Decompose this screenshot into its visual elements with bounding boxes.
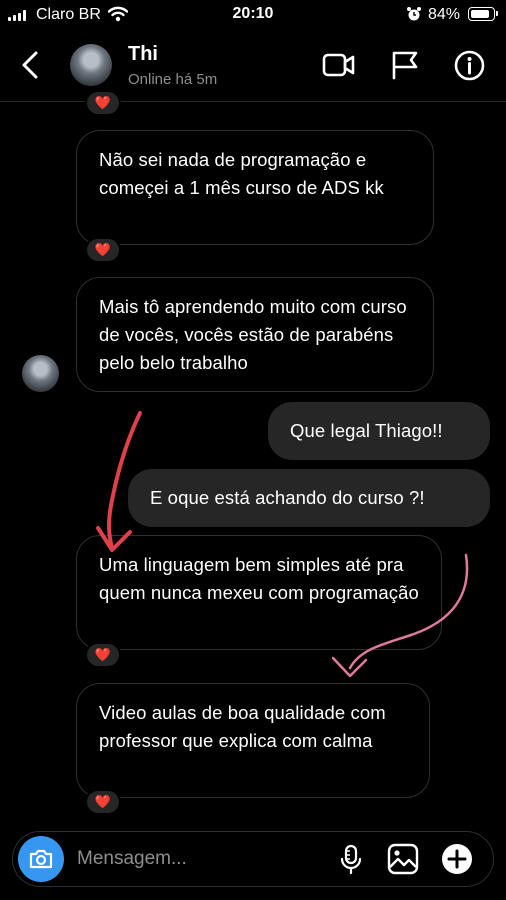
received-message[interactable]: Mais tô aprendendo muito com curso de vo… (76, 277, 434, 392)
battery-tip (496, 11, 498, 16)
battery-fill (470, 9, 489, 18)
contact-avatar[interactable] (70, 44, 112, 86)
contact-status: Online há 5m (128, 71, 218, 88)
reaction-heart-icon[interactable]: ❤️ (85, 789, 121, 815)
received-message[interactable]: Video aulas de boa qualidade com profess… (76, 683, 430, 798)
pink-arrow-head (331, 656, 368, 678)
camera-button[interactable] (18, 836, 64, 882)
battery-percentage: 84% (428, 6, 461, 23)
message-text: Não sei nada de programação e começei a … (99, 149, 384, 198)
contact-name[interactable]: Thi (128, 43, 158, 66)
microphone-icon[interactable] (339, 844, 363, 876)
info-icon[interactable] (454, 50, 485, 81)
reaction-heart-icon[interactable]: ❤️ (85, 642, 121, 668)
gallery-icon[interactable] (387, 843, 419, 875)
flag-icon[interactable] (390, 50, 420, 80)
alarm-icon (407, 7, 421, 21)
contact-avatar-small[interactable] (22, 355, 59, 392)
status-bar: Claro BR 20:10 84% (0, 0, 506, 30)
received-message[interactable]: Uma linguagem bem simples até pra quem n… (76, 535, 442, 650)
message-text: Uma linguagem bem simples até pra quem n… (99, 554, 419, 603)
message-text: Que legal Thiago!! (290, 420, 443, 441)
back-icon[interactable] (18, 50, 42, 80)
chat-header: Thi Online há 5m (0, 30, 506, 102)
message-composer (12, 831, 494, 887)
message-input[interactable] (77, 846, 327, 872)
reaction-heart-icon[interactable]: ❤️ (85, 237, 121, 263)
add-icon[interactable] (441, 843, 473, 875)
received-message[interactable]: Não sei nada de programação e começei a … (76, 130, 434, 245)
message-text: Video aulas de boa qualidade com profess… (99, 702, 386, 751)
battery-icon (468, 7, 498, 21)
camera-icon (29, 849, 53, 869)
video-call-icon[interactable] (322, 50, 356, 80)
message-text: Mais tô aprendendo muito com curso de vo… (99, 296, 407, 373)
reaction-heart-icon[interactable]: ❤️ (85, 90, 121, 116)
sent-message[interactable]: E oque está achando do curso ?! (128, 469, 490, 527)
sent-message[interactable]: Que legal Thiago!! (268, 402, 490, 460)
message-text: E oque está achando do curso ?! (150, 487, 425, 508)
